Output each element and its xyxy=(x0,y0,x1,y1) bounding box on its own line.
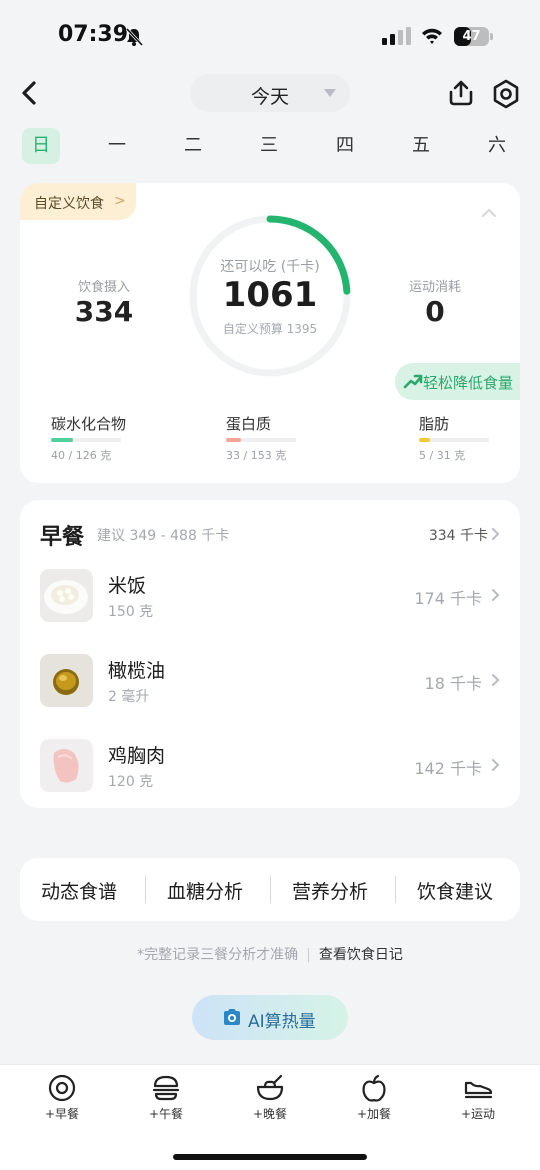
chevron-right-icon[interactable] xyxy=(491,527,501,541)
add-breakfast-button[interactable]: +早餐 xyxy=(22,1073,102,1122)
food-kcal: 18 千卡 xyxy=(424,674,482,693)
tab-blood-sugar[interactable]: 血糖分析 xyxy=(167,877,243,904)
rice-image xyxy=(40,569,93,622)
olive-oil-image xyxy=(40,654,93,707)
tab-dynamic-recipes[interactable]: 动态食谱 xyxy=(41,877,117,904)
apple-icon xyxy=(362,1074,386,1102)
weekday-tue[interactable]: 二 xyxy=(174,128,212,164)
tab-divider xyxy=(395,876,396,903)
share-button[interactable] xyxy=(446,78,476,108)
meal-title: 早餐 xyxy=(40,525,85,550)
battery-level: 47 xyxy=(462,29,481,44)
food-kcal: 142 千卡 xyxy=(414,759,482,778)
intake-label: 饮食摄入 xyxy=(77,280,130,295)
add-exercise-button[interactable]: +运动 xyxy=(438,1073,518,1122)
burger-icon xyxy=(152,1075,180,1101)
back-button[interactable] xyxy=(16,78,44,108)
food-kcal: 174 千卡 xyxy=(414,589,482,608)
macro-protein-value: 33 / 153 克 xyxy=(226,449,287,462)
macro-carbs-bar xyxy=(51,438,121,442)
reduce-intake-button[interactable]: 轻松降低食量 xyxy=(395,363,520,400)
weekday-fri[interactable]: 五 xyxy=(402,128,440,164)
food-row-chicken-breast[interactable]: 鸡胸肉 120 克 142 千卡 xyxy=(20,739,520,809)
bell-muted-icon xyxy=(125,27,144,47)
budget-text: 自定义预算 1395 xyxy=(222,322,318,336)
sneaker-icon xyxy=(464,1081,493,1099)
macro-protein-fill xyxy=(226,438,242,442)
weekday-wed[interactable]: 三 xyxy=(250,128,288,164)
weekday-sat[interactable]: 六 xyxy=(478,128,516,164)
trend-down-icon xyxy=(403,374,423,389)
weekday-sun[interactable]: 日 xyxy=(22,128,60,164)
macro-carbs-label: 碳水化合物 xyxy=(51,415,127,433)
breakfast-card: 早餐 建议 349 - 488 千卡 334 千卡 米饭 150 克 174 千… xyxy=(20,500,520,808)
calorie-summary-card: 自定义饮食 > 饮食摄入 334 还可以吃 (千卡) 1061 自定义预算 13… xyxy=(20,183,520,483)
date-selector[interactable]: 今天 xyxy=(190,74,350,112)
add-snack-button[interactable]: +加餐 xyxy=(334,1073,414,1122)
weekday-thu[interactable]: 四 xyxy=(326,128,364,164)
battery-icon: 47 xyxy=(454,27,494,46)
chevron-up-icon[interactable] xyxy=(480,207,498,219)
camera-icon xyxy=(224,1009,240,1025)
remaining-label: 还可以吃 (千卡) xyxy=(220,259,320,275)
food-name: 橄榄油 xyxy=(108,660,166,682)
signal-icon xyxy=(382,27,411,45)
record-note: *完整记录三餐分析才准确 | 查看饮食日记 xyxy=(137,947,403,963)
home-indicator xyxy=(173,1154,367,1160)
bottom-nav-label: +加餐 xyxy=(356,1107,392,1121)
macro-protein-label: 蛋白质 xyxy=(226,415,272,433)
tab-nutrition[interactable]: 营养分析 xyxy=(292,877,368,904)
exercise-label: 运动消耗 xyxy=(408,280,461,295)
bottom-nav-label: +晚餐 xyxy=(252,1107,288,1121)
remaining-value: 1061 xyxy=(222,275,318,315)
tab-diet-advice[interactable]: 饮食建议 xyxy=(417,877,493,904)
meal-total-kcal[interactable]: 334 千卡 xyxy=(429,525,488,545)
bottom-nav-label: +午餐 xyxy=(148,1107,184,1121)
note-text: *完整记录三餐分析才准确 xyxy=(137,947,299,963)
egg-icon xyxy=(48,1074,76,1102)
tab-divider xyxy=(270,876,271,903)
macro-fat-bar xyxy=(419,438,489,442)
food-amount: 150 克 xyxy=(108,604,154,620)
bowl-icon xyxy=(256,1074,284,1101)
view-diary-link[interactable]: 查看饮食日记 xyxy=(319,947,403,963)
ai-calorie-label: AI算热量 xyxy=(248,1012,316,1032)
chevron-right-icon xyxy=(492,589,500,601)
macro-fat-value: 5 / 31 克 xyxy=(419,449,466,462)
intake-value: 334 xyxy=(74,295,134,328)
chevron-right-icon xyxy=(492,674,500,686)
custom-diet-tag[interactable]: 自定义饮食 > xyxy=(20,183,136,220)
food-name: 鸡胸肉 xyxy=(108,745,166,767)
wifi-icon xyxy=(422,28,442,44)
caret-down-icon xyxy=(324,89,336,97)
exercise-value: 0 xyxy=(425,295,445,328)
add-dinner-button[interactable]: +晚餐 xyxy=(230,1073,310,1122)
macro-carbs-fill xyxy=(51,438,74,442)
macro-protein-bar xyxy=(226,438,296,442)
food-amount: 2 毫升 xyxy=(108,689,150,705)
food-amount: 120 克 xyxy=(108,774,154,790)
custom-diet-label: 自定义饮食 xyxy=(34,196,104,212)
analysis-tabs: 动态食谱 血糖分析 营养分析 饮食建议 xyxy=(20,858,520,921)
chicken-breast-image xyxy=(40,739,93,792)
bottom-nav-label: +早餐 xyxy=(44,1107,80,1121)
macro-fat-label: 脂肪 xyxy=(419,415,450,433)
food-name: 米饭 xyxy=(108,575,147,597)
food-row-rice[interactable]: 米饭 150 克 174 千卡 xyxy=(20,569,520,639)
macro-carbs-value: 40 / 126 克 xyxy=(51,449,112,462)
add-lunch-button[interactable]: +午餐 xyxy=(126,1073,206,1122)
bottom-nav-label: +运动 xyxy=(460,1107,496,1121)
meal-recommended-range: 建议 349 - 488 千卡 xyxy=(97,528,230,544)
chevron-right-icon xyxy=(492,759,500,771)
tab-divider xyxy=(145,876,146,903)
status-time: 07:39 xyxy=(58,22,129,47)
food-row-olive-oil[interactable]: 橄榄油 2 毫升 18 千卡 xyxy=(20,654,520,724)
macro-fat-fill xyxy=(419,438,431,442)
weekday-mon[interactable]: 一 xyxy=(98,128,136,164)
settings-hexagon-icon[interactable] xyxy=(490,78,522,110)
ai-calorie-button[interactable]: AI算热量 xyxy=(192,995,348,1040)
chevron-right-icon: > xyxy=(114,193,126,209)
reduce-intake-label: 轻松降低食量 xyxy=(423,374,514,392)
